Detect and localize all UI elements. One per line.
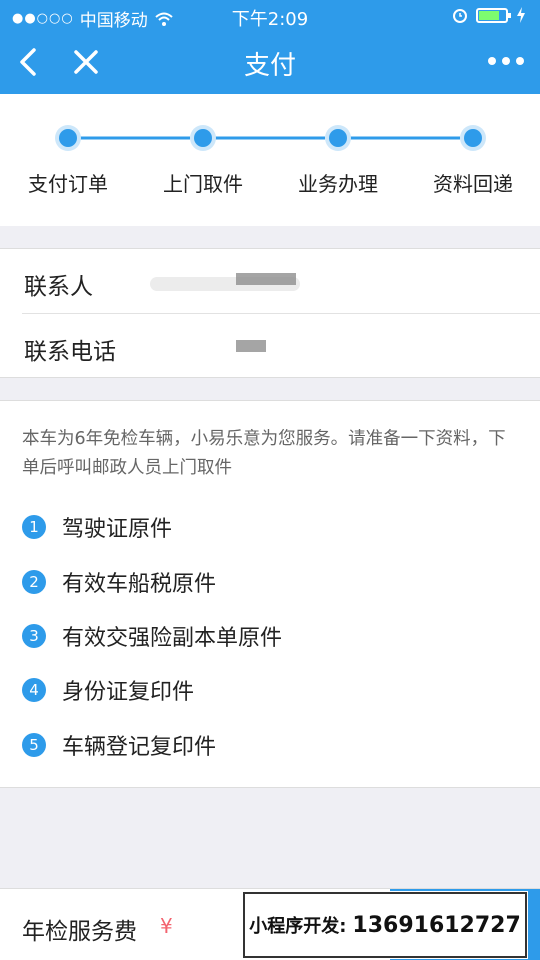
overlay-label: 小程序开发: — [249, 916, 347, 937]
contact-form: 联系人 联系电话 — [0, 248, 540, 378]
step-dot-3 — [325, 125, 351, 151]
charging-icon — [517, 7, 525, 23]
notice-text: 本车为6年免检车辆，小易乐意为您服务。请准备一下资料，下单后呼叫邮政人员上门取件 — [22, 429, 506, 478]
number-badge: 3 — [22, 624, 46, 648]
item-text: 身份证复印件 — [62, 680, 195, 705]
fee-amount: ¥ — [160, 914, 173, 938]
step-dot-4 — [460, 125, 486, 151]
list-item: 4 身份证复印件 — [22, 674, 194, 706]
number-badge: 2 — [22, 570, 46, 594]
battery-icon — [476, 7, 511, 23]
step-dot-2 — [190, 125, 216, 151]
phone-label: 联系电话 — [24, 339, 116, 365]
item-text: 车辆登记复印件 — [62, 735, 217, 760]
contact-row[interactable]: 联系人 — [0, 249, 540, 314]
phone-row[interactable]: 联系电话 — [0, 314, 540, 378]
status-bar: ●●○○○ 中国移动 下午2:09 — [0, 0, 540, 32]
top-bar: ●●○○○ 中国移动 下午2:09 支付 — [0, 0, 540, 94]
step-label-return: 资料回递 — [433, 172, 513, 196]
contact-label: 联系人 — [24, 274, 93, 300]
list-item: 2 有效车船税原件 — [22, 566, 216, 598]
step-label-pay-order: 支付订单 — [28, 172, 108, 196]
page-title: 支付 — [243, 51, 296, 81]
number-badge: 1 — [22, 515, 46, 539]
number-badge: 5 — [22, 733, 46, 757]
list-item: 3 有效交强险副本单原件 — [22, 620, 282, 652]
nav-bar: 支付 — [0, 32, 540, 94]
list-item: 5 车辆登记复印件 — [22, 729, 216, 761]
number-badge: 4 — [22, 678, 46, 702]
step-dot-1 — [55, 125, 81, 151]
phone-value-redacted — [150, 328, 310, 364]
watermark-overlay: 小程序开发: 13691612727 — [243, 892, 527, 958]
fee-label: 年检服务费 — [22, 919, 137, 945]
document-info: 本车为6年免检车辆，小易乐意为您服务。请准备一下资料，下单后呼叫邮政人员上门取件… — [0, 400, 540, 788]
contact-value-redacted — [150, 263, 310, 299]
item-text: 驾驶证原件 — [62, 517, 173, 542]
progress-steps: 支付订单 上门取件 业务办理 资料回递 — [0, 94, 540, 226]
item-text: 有效交强险副本单原件 — [62, 626, 283, 651]
list-item: 1 驾驶证原件 — [22, 511, 172, 543]
item-text: 有效车船税原件 — [62, 572, 217, 597]
step-label-processing: 业务办理 — [298, 172, 378, 196]
alarm-icon — [453, 9, 467, 23]
step-track — [55, 125, 486, 151]
status-right — [452, 7, 526, 23]
step-label-pickup: 上门取件 — [163, 172, 243, 196]
overlay-phone: 13691612727 — [352, 912, 521, 938]
more-icon[interactable] — [486, 46, 526, 76]
